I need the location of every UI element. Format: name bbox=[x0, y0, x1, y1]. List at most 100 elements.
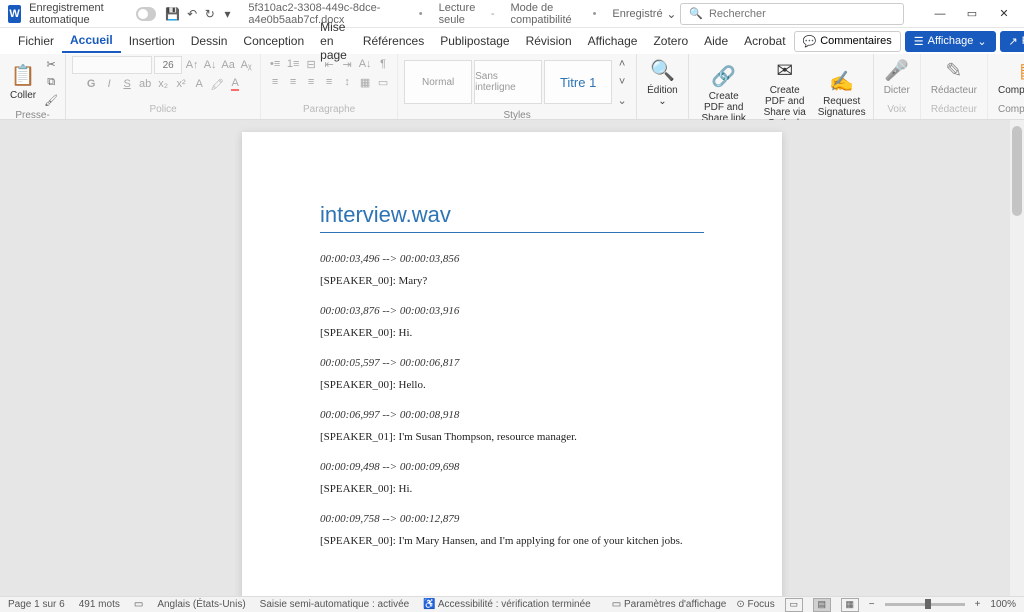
tab-conception[interactable]: Conception bbox=[235, 30, 312, 52]
text-effects-icon[interactable]: A bbox=[191, 76, 207, 92]
addins-button[interactable]: ▦ Compléments bbox=[994, 56, 1024, 98]
search-input[interactable] bbox=[709, 8, 895, 20]
font-family-input[interactable] bbox=[72, 56, 152, 74]
tab-insertion[interactable]: Insertion bbox=[121, 30, 183, 52]
create-pdf-share-link-button[interactable]: 🔗 Create PDF and Share link bbox=[695, 62, 753, 126]
transcript-line: [SPEAKER_00]: Hi. bbox=[320, 327, 704, 339]
autosave-status[interactable]: Saisie semi-automatique : activée bbox=[260, 599, 410, 610]
tab-publipostage[interactable]: Publipostage bbox=[432, 30, 517, 52]
tab-dessin[interactable]: Dessin bbox=[183, 30, 236, 52]
styles-more-icon[interactable]: ⌄ bbox=[614, 92, 630, 108]
search-icon: 🔍 bbox=[689, 7, 703, 20]
redo-icon[interactable]: ↻ bbox=[204, 6, 216, 22]
view-mode-button[interactable]: ☰ Affichage ⌄ bbox=[905, 31, 996, 52]
numbering-icon[interactable]: 1≡ bbox=[285, 56, 301, 72]
request-signatures-button[interactable]: ✍ Request Signatures bbox=[817, 67, 867, 120]
font-size-input[interactable] bbox=[154, 56, 182, 74]
sort-icon[interactable]: A↓ bbox=[357, 56, 373, 72]
align-right-icon[interactable]: ≡ bbox=[303, 74, 319, 90]
line-spacing-icon[interactable]: ↕ bbox=[339, 74, 355, 90]
shading-icon[interactable]: ▦ bbox=[357, 74, 373, 90]
style-normal[interactable]: Normal bbox=[404, 60, 472, 104]
tab-accueil[interactable]: Accueil bbox=[62, 29, 121, 53]
page-indicator[interactable]: Page 1 sur 6 bbox=[8, 599, 65, 610]
saved-dropdown-icon[interactable]: ⌄ bbox=[666, 6, 678, 22]
zoom-level[interactable]: 100% bbox=[990, 599, 1016, 610]
qat-dropdown-icon[interactable]: ▾ bbox=[222, 6, 234, 22]
highlight-icon[interactable]: 🖍 bbox=[209, 76, 225, 92]
vertical-scrollbar[interactable] bbox=[1010, 120, 1024, 596]
multilevel-icon[interactable]: ⊟ bbox=[303, 56, 319, 72]
word-app-icon: W bbox=[8, 5, 21, 23]
underline-icon[interactable]: S bbox=[119, 76, 135, 92]
zoom-in-icon[interactable]: + bbox=[975, 599, 981, 610]
format-painter-icon[interactable]: 🖌 bbox=[43, 92, 59, 108]
transcript-line: [SPEAKER_01]: I'm Susan Thompson, resour… bbox=[320, 431, 704, 443]
mic-icon: 🎤 bbox=[884, 58, 909, 83]
change-case-icon[interactable]: Aa bbox=[220, 57, 236, 73]
tab-references[interactable]: Références bbox=[355, 30, 432, 52]
copy-icon[interactable]: ⧉ bbox=[43, 74, 59, 90]
comments-button[interactable]: 💬 Commentaires bbox=[794, 31, 901, 52]
share-button[interactable]: ↗ Partager ⌄ bbox=[1000, 31, 1024, 52]
clear-format-icon[interactable]: Aᵪ bbox=[238, 57, 254, 73]
close-button[interactable]: ✕ bbox=[988, 2, 1020, 26]
style-title1[interactable]: Titre 1 bbox=[544, 60, 612, 104]
decrease-indent-icon[interactable]: ⇤ bbox=[321, 56, 337, 72]
subscript-icon[interactable]: x₂ bbox=[155, 76, 171, 92]
print-layout-icon[interactable]: ▤ bbox=[813, 598, 831, 612]
transcript-line: [SPEAKER_00]: I'm Mary Hansen, and I'm a… bbox=[320, 535, 704, 547]
show-marks-icon[interactable]: ¶ bbox=[375, 56, 391, 72]
styles-down-icon[interactable]: ˅ bbox=[614, 74, 630, 90]
autosave-label: Enregistrement automatique bbox=[29, 2, 130, 26]
transcript-line: [SPEAKER_00]: Mary? bbox=[320, 275, 704, 287]
bold-icon[interactable]: G bbox=[83, 76, 99, 92]
web-layout-icon[interactable]: ▦ bbox=[841, 598, 859, 612]
tab-revision[interactable]: Révision bbox=[518, 30, 580, 52]
justify-icon[interactable]: ≡ bbox=[321, 74, 337, 90]
maximize-button[interactable]: ▭ bbox=[956, 2, 988, 26]
paste-button[interactable]: 📋 Coller bbox=[6, 61, 40, 103]
zoom-out-icon[interactable]: − bbox=[869, 599, 875, 610]
style-no-spacing[interactable]: Sans interligne bbox=[474, 60, 542, 104]
tab-aide[interactable]: Aide bbox=[696, 30, 736, 52]
italic-icon[interactable]: I bbox=[101, 76, 117, 92]
word-count[interactable]: 491 mots bbox=[79, 599, 120, 610]
bullets-icon[interactable]: •≡ bbox=[267, 56, 283, 72]
readonly-label: Lecture seule bbox=[439, 2, 487, 26]
increase-indent-icon[interactable]: ⇥ bbox=[339, 56, 355, 72]
page: interview.wav 00:00:03,496 --> 00:00:03,… bbox=[242, 132, 782, 596]
focus-mode[interactable]: ⊙ Focus bbox=[736, 599, 774, 610]
styles-up-icon[interactable]: ˄ bbox=[614, 56, 630, 72]
grow-font-icon[interactable]: A↑ bbox=[184, 57, 200, 73]
borders-icon[interactable]: ▭ bbox=[375, 74, 391, 90]
align-center-icon[interactable]: ≡ bbox=[285, 74, 301, 90]
tab-zotero[interactable]: Zotero bbox=[645, 30, 696, 52]
language-indicator[interactable]: Anglais (États-Unis) bbox=[157, 599, 245, 610]
read-mode-icon[interactable]: ▭ bbox=[785, 598, 803, 612]
superscript-icon[interactable]: x² bbox=[173, 76, 189, 92]
tab-affichage[interactable]: Affichage bbox=[580, 30, 646, 52]
display-settings[interactable]: ▭ Paramètres d'affichage bbox=[612, 599, 727, 610]
dictate-button[interactable]: 🎤 Dicter bbox=[880, 56, 914, 98]
tab-fichier[interactable]: Fichier bbox=[10, 30, 62, 52]
undo-icon[interactable]: ↶ bbox=[186, 6, 198, 22]
font-color-icon[interactable]: A bbox=[227, 76, 243, 92]
edition-button[interactable]: 🔍 Édition ⌄ bbox=[643, 56, 682, 109]
scrollbar-thumb[interactable] bbox=[1012, 126, 1022, 216]
text-predictions-icon[interactable]: ▭ bbox=[134, 599, 143, 610]
cut-icon[interactable]: ✂ bbox=[43, 56, 59, 72]
search-box[interactable]: 🔍 bbox=[680, 3, 904, 25]
shrink-font-icon[interactable]: A↓ bbox=[202, 57, 218, 73]
tab-acrobat[interactable]: Acrobat bbox=[736, 30, 793, 52]
autosave-toggle[interactable] bbox=[136, 7, 156, 21]
document-area[interactable]: interview.wav 00:00:03,496 --> 00:00:03,… bbox=[0, 120, 1024, 596]
strike-icon[interactable]: ab bbox=[137, 76, 153, 92]
save-icon[interactable]: 💾 bbox=[165, 6, 180, 22]
minimize-button[interactable]: — bbox=[924, 2, 956, 26]
menubar: Fichier Accueil Insertion Dessin Concept… bbox=[0, 28, 1024, 54]
zoom-slider[interactable] bbox=[885, 603, 965, 606]
editor-button[interactable]: ✎ Rédacteur bbox=[927, 56, 981, 98]
align-left-icon[interactable]: ≡ bbox=[267, 74, 283, 90]
accessibility-status[interactable]: ♿ Accessibilité : vérification terminée bbox=[423, 599, 591, 610]
